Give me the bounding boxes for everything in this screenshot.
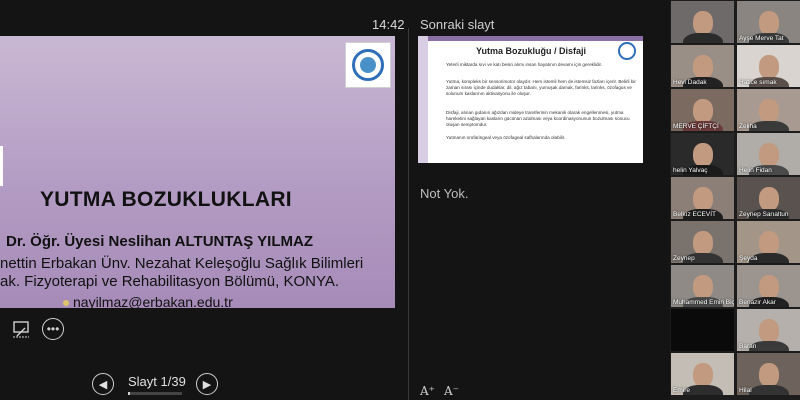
participant-video bbox=[759, 11, 779, 35]
participant-video bbox=[693, 363, 713, 387]
slide-institution-line2: ak. Fizyoterapi ve Rehabilitasyon Bölümü… bbox=[0, 273, 340, 290]
university-logo bbox=[345, 42, 391, 88]
participant-video bbox=[693, 187, 713, 211]
participant-video bbox=[693, 275, 713, 299]
participant-name: Zeynep bbox=[673, 255, 695, 262]
previous-slide-button[interactable]: ◀ bbox=[92, 373, 114, 395]
participant-video bbox=[693, 143, 713, 167]
next-slide-label: Sonraki slayt bbox=[420, 17, 495, 32]
participant-name: Emire bbox=[673, 387, 690, 394]
participant-tile[interactable]: Helin Fidan bbox=[737, 133, 800, 175]
participant-video bbox=[759, 55, 779, 79]
participant-name: Muhammed Emin Biçer bbox=[673, 299, 734, 306]
next-slide-button[interactable]: ▶ bbox=[196, 373, 218, 395]
participant-name: Şeyda bbox=[739, 255, 758, 262]
participant-video-body bbox=[683, 341, 723, 351]
participant-gallery: Ayşe Merve Tat Hevi Dadak Hatice sımak MERV… bbox=[670, 0, 800, 400]
speaker-notes[interactable]: Not Yok. bbox=[420, 186, 468, 201]
participant-tile[interactable]: Baran bbox=[737, 309, 800, 351]
participant-tile[interactable]: Zeynep Sarıaltun bbox=[737, 177, 800, 219]
participant-tile[interactable]: Hilal bbox=[737, 353, 800, 395]
participant-name: Ayşe Merve Tat bbox=[739, 35, 784, 42]
slide-counter: Slayt 1/39 bbox=[128, 374, 186, 389]
participant-video-body bbox=[749, 385, 789, 395]
participant-name: helin Yalvaç bbox=[673, 167, 708, 174]
bullet-icon bbox=[63, 300, 69, 307]
slide-title: YUTMA BOZUKLUKLARI bbox=[40, 188, 292, 211]
slide-email: nayilmaz@erbakan.edu.tr bbox=[63, 294, 233, 308]
participant-tile[interactable]: Belkız ECEVİT bbox=[671, 177, 734, 219]
decrease-font-button[interactable]: A⁻ bbox=[444, 384, 459, 398]
participant-tile[interactable]: Şeyda bbox=[737, 221, 800, 263]
participant-tile[interactable]: Zeliha bbox=[737, 89, 800, 131]
participant-tile[interactable]: Emire bbox=[671, 353, 734, 395]
participant-video-body bbox=[683, 33, 723, 43]
thumb-side-bar bbox=[418, 36, 428, 163]
participant-name: Hevi Dadak bbox=[673, 79, 707, 86]
next-slide-title: Yutma Bozukluğu / Disfaji bbox=[476, 46, 587, 56]
participant-video bbox=[693, 231, 713, 255]
participant-tile[interactable]: Benazir Akar bbox=[737, 265, 800, 307]
next-slide-paragraph: Yutmanın orofaringeal veya özofageal saf… bbox=[446, 135, 566, 140]
participant-video bbox=[693, 11, 713, 35]
next-slide-preview[interactable]: Yutma Bozukluğu / Disfaji Yeterli miktar… bbox=[418, 36, 643, 163]
thumb-top-bar bbox=[428, 36, 643, 41]
participant-video bbox=[759, 231, 779, 255]
slide-progress-fill bbox=[128, 392, 130, 395]
participant-video bbox=[759, 363, 779, 387]
more-options-icon[interactable]: ••• bbox=[42, 318, 64, 340]
participant-tile[interactable]: MERVE ÇİFTÇİ bbox=[671, 89, 734, 131]
participant-name: Zeliha bbox=[739, 123, 757, 130]
participant-video bbox=[759, 143, 779, 167]
participant-video bbox=[759, 275, 779, 299]
participant-video bbox=[759, 99, 779, 123]
pane-divider[interactable] bbox=[408, 28, 409, 400]
participant-video bbox=[693, 55, 713, 79]
participant-name: Belkız ECEVİT bbox=[673, 211, 716, 218]
participant-name: Helin Fidan bbox=[739, 167, 772, 174]
participant-name: MERVE ÇİFTÇİ bbox=[673, 123, 719, 130]
increase-font-button[interactable]: A⁺ bbox=[420, 384, 435, 398]
clock-time: 14:42 bbox=[372, 17, 405, 32]
slide-institution-line1: nettin Erbakan Ünv. Nezahat Keleşoğlu Sa… bbox=[0, 255, 364, 272]
participant-tile[interactable]: Zeynep bbox=[671, 221, 734, 263]
participant-tile[interactable]: helin Yalvaç bbox=[671, 133, 734, 175]
next-slide-paragraph: Yutma, kompleks bir sensorimotor olaydır… bbox=[446, 79, 636, 96]
next-slide-paragraph: Disfaji, alınan gıdanın ağızdan mideye t… bbox=[446, 110, 630, 127]
participant-tile[interactable]: Hatice sımak bbox=[737, 45, 800, 87]
slide-progress-track bbox=[128, 392, 182, 395]
participant-tile[interactable]: Hevi Dadak bbox=[671, 45, 734, 87]
participant-tile[interactable]: Muhammed Emin Biçer bbox=[671, 265, 734, 307]
laser-pointer-icon[interactable] bbox=[10, 318, 32, 340]
participant-name: Hilal bbox=[739, 387, 752, 394]
current-slide[interactable]: YUTMA BOZUKLUKLARI Dr. Öğr. Üyesi Neslih… bbox=[0, 36, 395, 308]
participant-name: Zeynep Sarıaltun bbox=[739, 211, 789, 218]
participant-name: Hatice sımak bbox=[739, 79, 777, 86]
thumb-logo bbox=[618, 42, 636, 60]
slide-author: Dr. Öğr. Üyesi Neslihan ALTUNTAŞ YILMAZ bbox=[6, 233, 313, 250]
participant-video bbox=[693, 99, 713, 123]
next-slide-paragraph: Yeterli miktarda sıvı ve katı besin alım… bbox=[446, 62, 603, 67]
participant-name: Benazir Akar bbox=[739, 299, 776, 306]
slide-email-text: nayilmaz@erbakan.edu.tr bbox=[73, 294, 233, 308]
participant-video bbox=[759, 319, 779, 343]
participant-name: Baran bbox=[739, 343, 757, 350]
participant-tile[interactable]: Ayşe Merve Tat bbox=[737, 1, 800, 43]
participant-tile[interactable] bbox=[671, 309, 734, 351]
participant-tile[interactable] bbox=[671, 1, 734, 43]
slide-edge-marker bbox=[0, 146, 3, 186]
participant-video bbox=[759, 187, 779, 211]
